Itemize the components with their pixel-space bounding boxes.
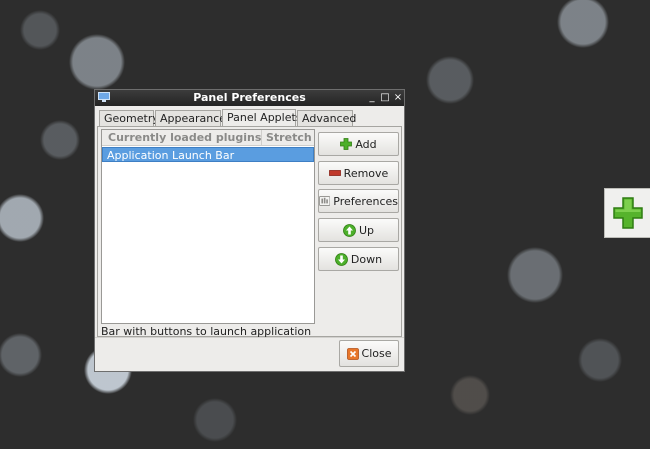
remove-button[interactable]: Remove [318, 161, 399, 185]
up-button-label: Up [358, 223, 375, 237]
arrow-down-icon [335, 252, 348, 266]
add-button[interactable]: Add [318, 132, 399, 156]
column-header-stretch[interactable]: Stretch [261, 130, 314, 145]
desktop-add-launcher[interactable] [604, 188, 650, 238]
up-button[interactable]: Up [318, 218, 399, 242]
dialog-separator [95, 337, 404, 338]
tab-appearance[interactable]: Appearance [155, 110, 226, 126]
close-button-label: Close [361, 347, 392, 360]
tab-advanced[interactable]: Advanced [297, 110, 356, 126]
arrow-up-icon [343, 223, 356, 237]
maximize-button[interactable]: □ [379, 91, 391, 104]
down-button-label: Down [350, 252, 383, 266]
close-button[interactable]: Close [339, 340, 399, 367]
plugin-row-application-launch-bar[interactable]: Application Launch Bar [102, 147, 314, 162]
remove-button-label: Remove [343, 166, 389, 180]
preferences-button-label: Preferences [333, 194, 398, 208]
minimize-button[interactable]: _ [366, 91, 378, 104]
plugin-list[interactable]: Currently loaded plugins Stretch Applica… [101, 129, 315, 324]
close-window-button[interactable]: × [392, 91, 404, 104]
close-icon [346, 347, 359, 360]
plugin-list-header: Currently loaded plugins Stretch [102, 130, 314, 146]
preferences-button[interactable]: Preferences [318, 189, 399, 213]
tab-geometry[interactable]: Geometry [99, 110, 159, 126]
down-button[interactable]: Down [318, 247, 399, 271]
panel-applets-page: Currently loaded plugins Stretch Applica… [97, 126, 402, 338]
window-title: Panel Preferences [193, 91, 306, 104]
column-header-plugins[interactable]: Currently loaded plugins [108, 130, 261, 145]
window-titlebar[interactable]: Panel Preferences _ □ × [95, 90, 404, 106]
green-plus-icon [613, 197, 643, 229]
add-button-label: Add [355, 137, 377, 151]
plus-icon [340, 138, 353, 150]
panel-preferences-window: Panel Preferences _ □ × Geometry Appeara… [94, 89, 405, 372]
preferences-icon [319, 196, 331, 206]
tab-panel-applets[interactable]: Panel Applets [222, 109, 302, 127]
minus-icon [328, 170, 341, 176]
